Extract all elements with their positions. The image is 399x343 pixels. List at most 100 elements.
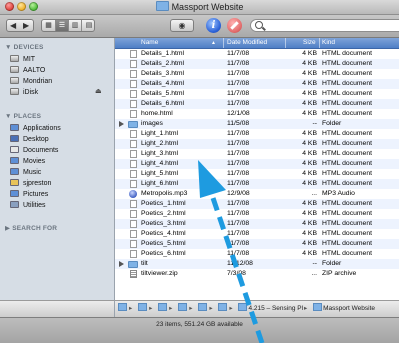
table-row[interactable]: Light_1.html 11/7/08 4 KB HTML document: [115, 129, 399, 139]
sidebar-header-search[interactable]: ▶ SEARCH FOR: [5, 224, 57, 232]
sidebar-item-device[interactable]: MIT: [10, 54, 35, 65]
title-bar[interactable]: Massport Website: [0, 0, 399, 15]
quicklook-button[interactable]: ◉: [170, 19, 194, 32]
sidebar-item-device[interactable]: AALTO: [10, 65, 45, 76]
column-header-name[interactable]: Name: [141, 38, 158, 48]
file-name: Light_1.html: [141, 130, 179, 137]
column-view-icon[interactable]: ▥: [69, 20, 82, 31]
file-name: Poetics_6.html: [141, 250, 186, 257]
table-row[interactable]: Poetics_2.html 11/7/08 4 KB HTML document: [115, 209, 399, 219]
path-folder-icon[interactable]: [158, 303, 168, 311]
html-file-icon: [130, 250, 137, 258]
table-row[interactable]: tiltviewer.zip 7/3/08... ZIP archive: [115, 269, 399, 279]
table-row[interactable]: Poetics_4.html 11/7/08 4 KB HTML document: [115, 229, 399, 239]
file-date: 11/7/08: [227, 90, 250, 97]
sidebar-item-place[interactable]: Movies: [10, 156, 45, 167]
table-row[interactable]: Light_5.html 11/7/08 4 KB HTML document: [115, 169, 399, 179]
sidebar-item-place[interactable]: Music: [10, 167, 41, 178]
file-kind: HTML document: [322, 230, 372, 237]
file-date: 11/7/08: [227, 150, 250, 157]
file-date: 11/7/08: [227, 60, 250, 67]
sidebar-item-place[interactable]: Desktop: [10, 134, 49, 145]
path-item-massport[interactable]: Massport Website: [323, 305, 375, 312]
file-size: 4 KB: [302, 100, 317, 107]
path-folder-icon[interactable]: [198, 303, 208, 311]
file-name: Poetics_1.html: [141, 200, 186, 207]
forward-arrow-icon[interactable]: ▶: [23, 20, 29, 31]
table-row[interactable]: images 11/5/08 -- Folder: [115, 119, 399, 129]
icon-view-icon[interactable]: ▦: [42, 20, 56, 31]
table-row[interactable]: Light_4.html 11/7/08 4 KB HTML document: [115, 159, 399, 169]
html-file-icon: [130, 230, 137, 238]
pathbar-left: [0, 300, 115, 317]
table-row[interactable]: Details_1.html 11/7/08 4 KB HTML document: [115, 49, 399, 59]
sidebar-item-device[interactable]: iDisk: [10, 87, 38, 98]
desktop-icon: [10, 135, 19, 142]
column-header-kind[interactable]: Kind: [322, 38, 335, 48]
sidebar-item-device[interactable]: Mondrian: [10, 76, 52, 87]
file-size: 4 KB: [302, 140, 317, 147]
file-kind: ZIP archive: [322, 270, 357, 277]
table-row[interactable]: Poetics_1.html 11/7/08 4 KB HTML document: [115, 199, 399, 209]
table-row[interactable]: tilt 11/12/08 -- Folder: [115, 259, 399, 269]
sidebar-item-place[interactable]: sjpreston: [10, 178, 51, 189]
file-size: 4 KB: [302, 250, 317, 257]
file-date: 11/7/08: [227, 250, 250, 257]
table-row[interactable]: Poetics_3.html 11/7/08 4 KB HTML document: [115, 219, 399, 229]
disclosure-triangle-icon[interactable]: [119, 261, 124, 267]
toolbar: ◀ ▶ ▦ ☰ ▥ ▤ ◉ i: [0, 15, 399, 38]
sidebar: ▼ DEVICES MIT AALTO Mondrian iDisk ⏏ ▼ PLACES A…: [0, 38, 115, 316]
table-row[interactable]: Light_6.html 11/7/08 4 KB HTML document: [115, 179, 399, 189]
info-icon[interactable]: i: [206, 18, 221, 33]
column-header-size[interactable]: Size: [303, 38, 316, 48]
file-size: 4 KB: [302, 90, 317, 97]
search-input[interactable]: [250, 19, 399, 32]
table-row[interactable]: Light_3.html 11/7/08 4 KB HTML document: [115, 149, 399, 159]
table-row[interactable]: home.html 12/1/08 4 KB HTML document: [115, 109, 399, 119]
file-size: 4 KB: [302, 150, 317, 157]
file-kind: HTML document: [322, 240, 372, 247]
column-header-date[interactable]: Date Modified: [227, 38, 267, 48]
path-folder-icon[interactable]: [218, 303, 228, 311]
sidebar-header-devices[interactable]: ▼ DEVICES: [5, 44, 44, 51]
path-item-sensing[interactable]: 4.215 – Sensing Pl: [248, 305, 303, 312]
sidebar-item-place[interactable]: Applications: [10, 123, 61, 134]
table-row[interactable]: Details_4.html 11/7/08 4 KB HTML document: [115, 79, 399, 89]
sidebar-item-place[interactable]: Utilities: [10, 200, 46, 211]
table-row[interactable]: Details_5.html 11/7/08 4 KB HTML document: [115, 89, 399, 99]
list-view-icon[interactable]: ☰: [56, 20, 69, 31]
zip-file-icon: [130, 270, 137, 278]
sidebar-header-places[interactable]: ▼ PLACES: [5, 113, 41, 120]
sort-arrow-icon: ▲: [211, 40, 216, 46]
home-icon: [10, 179, 19, 186]
eject-icon[interactable]: ⏏: [95, 87, 102, 95]
file-name: Light_5.html: [141, 170, 179, 177]
file-size: ...: [311, 190, 317, 197]
table-row[interactable]: Details_6.html 11/7/08 4 KB HTML document: [115, 99, 399, 109]
path-folder-icon[interactable]: [313, 303, 323, 311]
table-row[interactable]: Poetics_5.html 11/7/08 4 KB HTML document: [115, 239, 399, 249]
file-size: 4 KB: [302, 50, 317, 57]
path-folder-icon[interactable]: [138, 303, 148, 311]
file-size: 4 KB: [302, 80, 317, 87]
sidebar-item-place[interactable]: Documents: [10, 145, 58, 156]
coverflow-view-icon[interactable]: ▤: [82, 20, 94, 31]
sidebar-item-place[interactable]: Pictures: [10, 189, 48, 200]
path-bar: ▸ ▸ ▸ ▸ ▸ ▸ 4.215 – Sensing Pl▸ Massport…: [115, 300, 399, 317]
table-row[interactable]: Details_3.html 11/7/08 4 KB HTML document: [115, 69, 399, 79]
table-row[interactable]: Metropolis.mp3 12/9/08... MP3 Audio: [115, 189, 399, 199]
disclosure-triangle-icon[interactable]: [119, 121, 124, 127]
table-row[interactable]: Details_2.html 11/7/08 4 KB HTML document: [115, 59, 399, 69]
back-arrow-icon[interactable]: ◀: [10, 20, 16, 31]
file-size: --: [312, 260, 317, 267]
html-file-icon: [130, 70, 137, 78]
table-row[interactable]: Light_2.html 11/7/08 4 KB HTML document: [115, 139, 399, 149]
no-entry-icon[interactable]: [227, 18, 242, 33]
path-folder-icon[interactable]: [118, 303, 127, 311]
path-folder-icon[interactable]: [178, 303, 188, 311]
back-forward-buttons[interactable]: ◀ ▶: [6, 19, 34, 32]
table-row[interactable]: Poetics_6.html 11/7/08 4 KB HTML document: [115, 249, 399, 259]
path-folder-icon[interactable]: [238, 303, 248, 311]
view-mode-control[interactable]: ▦ ☰ ▥ ▤: [41, 19, 95, 32]
file-date: 11/7/08: [227, 170, 250, 177]
